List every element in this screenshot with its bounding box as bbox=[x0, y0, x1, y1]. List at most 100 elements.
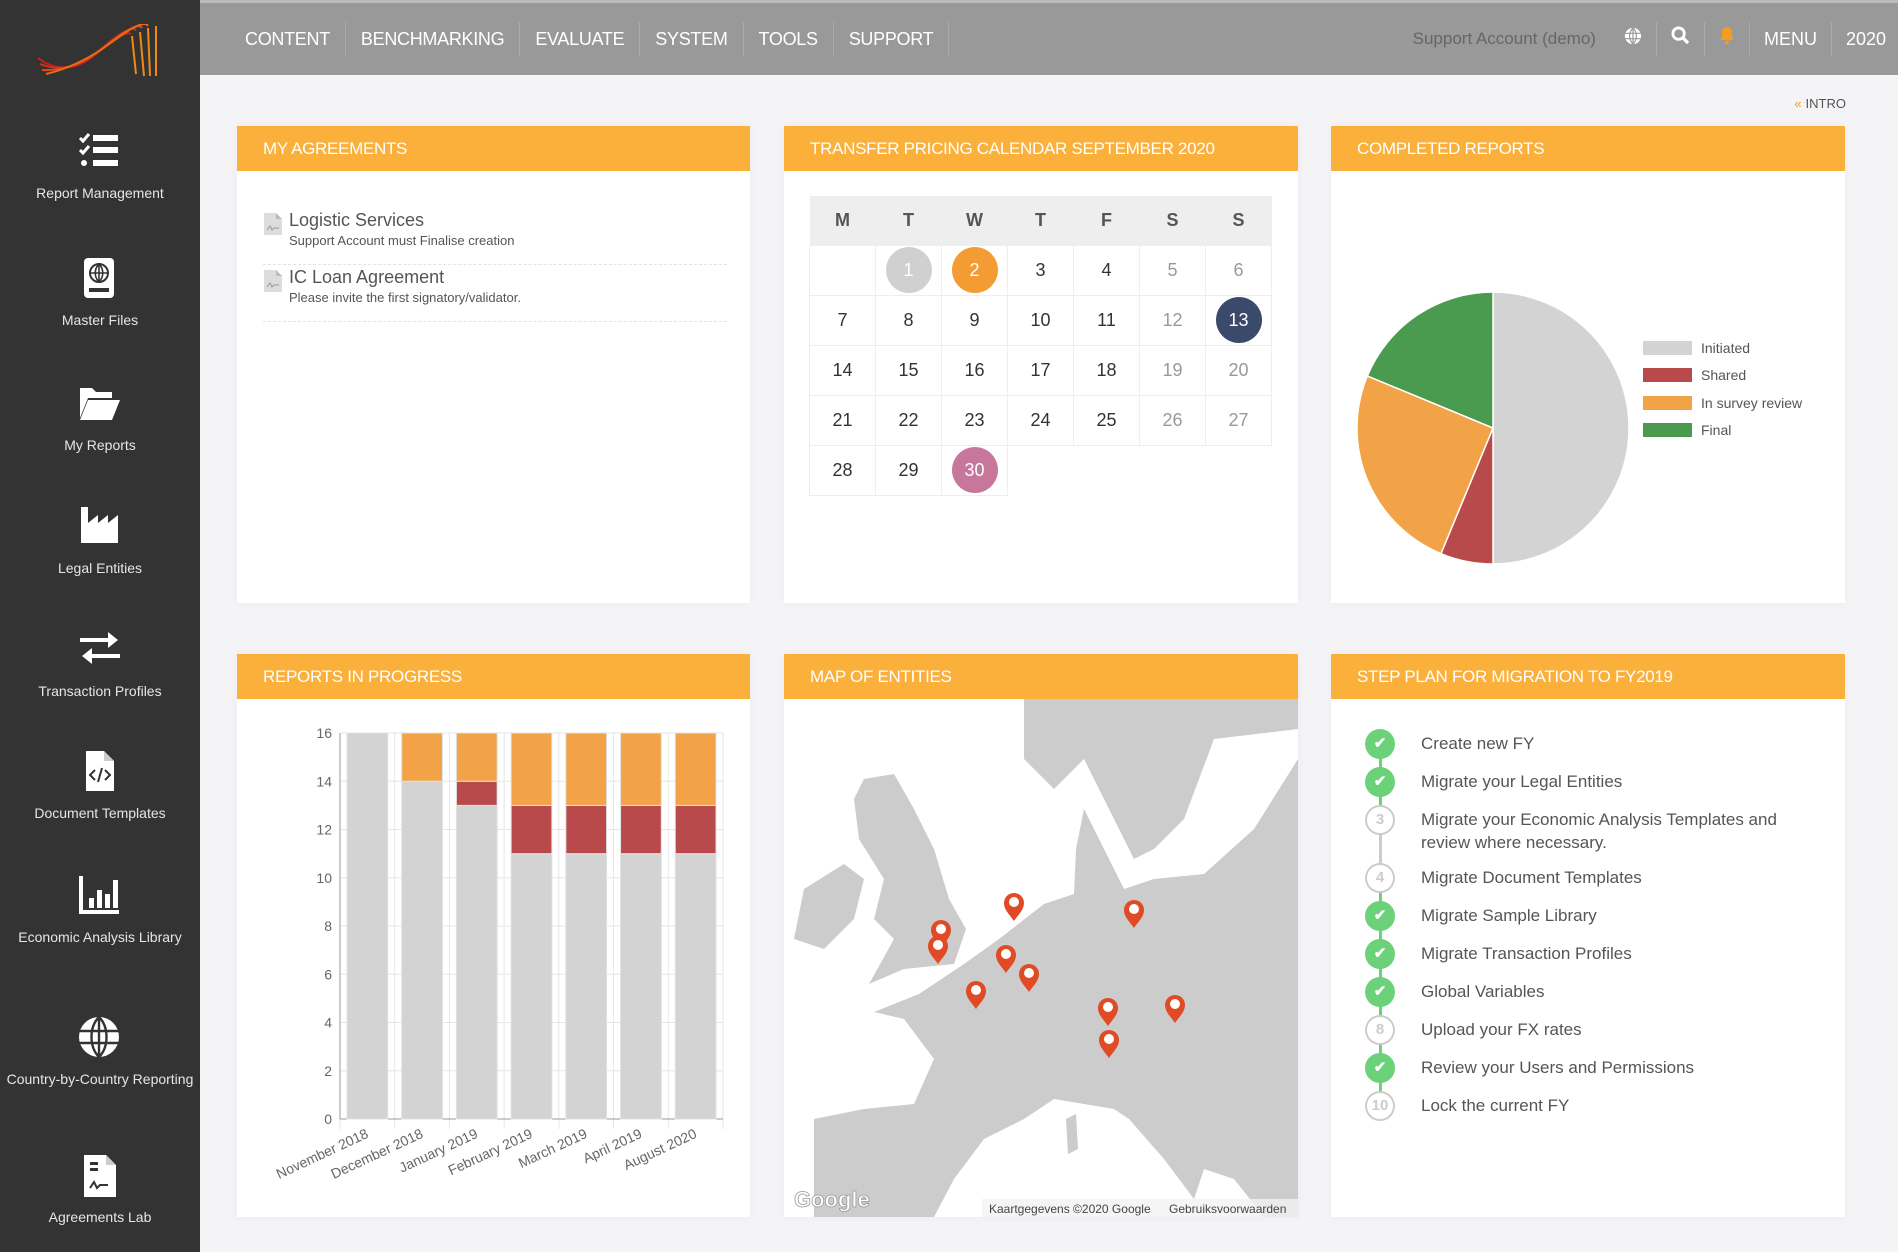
sidebar-item-document-templates[interactable]: Document Templates bbox=[0, 750, 200, 823]
bar-segment[interactable] bbox=[455, 780, 498, 806]
calendar-day[interactable]: 5 bbox=[1139, 244, 1206, 296]
bar-segment[interactable] bbox=[565, 853, 608, 1120]
bar-segment[interactable] bbox=[510, 732, 553, 806]
nav-benchmarking[interactable]: BENCHMARKING bbox=[346, 22, 521, 56]
nav-content[interactable]: CONTENT bbox=[230, 22, 346, 56]
step-item[interactable]: 3 Migrate your Economic Analysis Template… bbox=[1365, 805, 1785, 854]
nav-tools[interactable]: TOOLS bbox=[744, 22, 834, 56]
calendar-day[interactable]: 9 bbox=[941, 294, 1008, 346]
bar-segment[interactable] bbox=[346, 732, 389, 1120]
nav-system[interactable]: SYSTEM bbox=[640, 22, 744, 56]
agreement-title[interactable]: IC Loan Agreement bbox=[289, 265, 727, 288]
sidebar-item-country-by-country-reporting[interactable]: Country-by-Country Reporting bbox=[0, 1016, 200, 1089]
calendar-day[interactable]: 3 bbox=[1007, 244, 1074, 296]
notifications-button[interactable] bbox=[1705, 22, 1750, 56]
bar-segment[interactable] bbox=[455, 732, 498, 782]
sidebar-item-report-management[interactable]: Report Management bbox=[0, 130, 200, 203]
calendar-day[interactable]: 18 bbox=[1073, 344, 1140, 396]
bar-segment[interactable] bbox=[401, 732, 443, 782]
agreement-title[interactable]: Logistic Services bbox=[289, 208, 727, 231]
step-item[interactable]: ✔ Review your Users and Permissions bbox=[1365, 1053, 1785, 1083]
step-item[interactable]: 4 Migrate Document Templates bbox=[1365, 863, 1785, 893]
calendar-day[interactable]: 20 bbox=[1205, 344, 1272, 396]
calendar-day[interactable]: 22 bbox=[875, 394, 942, 446]
bar-segment[interactable] bbox=[674, 804, 717, 855]
legend-item[interactable]: Final bbox=[1643, 417, 1802, 445]
legend-swatch bbox=[1643, 423, 1692, 438]
sidebar-item-my-reports[interactable]: My Reports bbox=[0, 382, 200, 455]
account-name[interactable]: Support Account (demo) bbox=[1399, 22, 1610, 56]
calendar-day[interactable]: 23 bbox=[941, 394, 1008, 446]
calendar-day[interactable]: 28 bbox=[809, 444, 876, 496]
calendar-day[interactable]: 25 bbox=[1073, 394, 1140, 446]
check-circle-icon: ✔ bbox=[1365, 939, 1395, 969]
calendar-day[interactable]: 27 bbox=[1205, 394, 1272, 446]
step-item[interactable]: ✔ Migrate Transaction Profiles bbox=[1365, 939, 1785, 969]
calendar-day[interactable]: 1 bbox=[875, 244, 942, 296]
bar-segment[interactable] bbox=[674, 732, 717, 806]
search-button[interactable] bbox=[1657, 22, 1705, 56]
calendar-day[interactable]: 16 bbox=[941, 344, 1008, 396]
step-item[interactable]: 8 Upload your FX rates bbox=[1365, 1015, 1785, 1045]
nav-support[interactable]: SUPPORT bbox=[834, 22, 950, 56]
language-button[interactable] bbox=[1610, 22, 1657, 56]
calendar-day[interactable]: 11 bbox=[1073, 294, 1140, 346]
sidebar-item-legal-entities[interactable]: Legal Entities bbox=[0, 505, 200, 578]
bar-segment[interactable] bbox=[620, 732, 662, 806]
sidebar-item-master-files[interactable]: Master Files bbox=[0, 257, 200, 330]
sidebar-item-transaction-profiles[interactable]: Transaction Profiles bbox=[0, 628, 200, 701]
y-tick-label: 16 bbox=[316, 725, 332, 741]
step-item[interactable]: ✔ Migrate your Legal Entities bbox=[1365, 767, 1785, 797]
nav-evaluate[interactable]: EVALUATE bbox=[520, 22, 641, 56]
calendar-day[interactable]: 15 bbox=[875, 344, 942, 396]
step-item[interactable]: ✔ Migrate Sample Library bbox=[1365, 901, 1785, 931]
step-item[interactable]: ✔ Create new FY bbox=[1365, 729, 1785, 759]
legend-item[interactable]: Shared bbox=[1643, 362, 1802, 390]
agreement-item[interactable]: IC Loan Agreement Please invite the first… bbox=[263, 265, 727, 322]
menu-button[interactable]: MENU bbox=[1750, 22, 1832, 56]
check-circle-icon: ✔ bbox=[1365, 729, 1395, 759]
step-plan-panel: STEP PLAN FOR MIGRATION TO FY2019 ✔ Creat… bbox=[1331, 654, 1845, 1217]
year-selector[interactable]: 2020 bbox=[1832, 22, 1898, 56]
map-terms-link[interactable]: Gebruiksvoorwaarden bbox=[1169, 1202, 1286, 1216]
map[interactable]: Google Kaartgegevens ©2020 Google Gebrui… bbox=[784, 699, 1298, 1217]
checklist-icon bbox=[78, 133, 118, 166]
sidebar-item-label: Transaction Profiles bbox=[38, 683, 162, 699]
bar-segment[interactable] bbox=[510, 853, 553, 1120]
calendar-day[interactable]: 24 bbox=[1007, 394, 1074, 446]
bar-segment[interactable] bbox=[455, 804, 498, 1120]
bar-segment[interactable] bbox=[401, 780, 443, 1120]
bar-segment[interactable] bbox=[620, 853, 662, 1120]
sidebar-item-economic-analysis-library[interactable]: Economic Analysis Library bbox=[0, 874, 200, 947]
calendar-day[interactable]: 26 bbox=[1139, 394, 1206, 446]
calendar-day[interactable]: 8 bbox=[875, 294, 942, 346]
calendar-day[interactable]: 10 bbox=[1007, 294, 1074, 346]
calendar-day[interactable]: 13 bbox=[1205, 294, 1272, 346]
calendar-day[interactable]: 19 bbox=[1139, 344, 1206, 396]
bar-segment[interactable] bbox=[620, 804, 662, 855]
bar-segment[interactable] bbox=[674, 853, 717, 1120]
calendar-day[interactable]: 29 bbox=[875, 444, 942, 496]
calendar-day[interactable]: 14 bbox=[809, 344, 876, 396]
calendar-day[interactable]: 21 bbox=[809, 394, 876, 446]
calendar-day[interactable]: 2 bbox=[941, 244, 1008, 296]
sidebar-item-agreements-lab[interactable]: Agreements Lab bbox=[0, 1154, 200, 1227]
calendar-day[interactable]: 6 bbox=[1205, 244, 1272, 296]
legend-item[interactable]: Initiated bbox=[1643, 334, 1802, 362]
calendar-day[interactable]: 30 bbox=[941, 444, 1008, 496]
calendar-day[interactable]: 12 bbox=[1139, 294, 1206, 346]
calendar-day[interactable]: 17 bbox=[1007, 344, 1074, 396]
step-item[interactable]: ✔ Global Variables bbox=[1365, 977, 1785, 1007]
calendar-day[interactable]: 7 bbox=[809, 294, 876, 346]
legend-item[interactable]: In survey review bbox=[1643, 389, 1802, 417]
intro-link[interactable]: «INTRO bbox=[1794, 96, 1846, 111]
step-item[interactable]: 10 Lock the current FY bbox=[1365, 1091, 1785, 1121]
logo[interactable] bbox=[36, 24, 166, 80]
bar-segment[interactable] bbox=[565, 732, 608, 806]
bar-segment[interactable] bbox=[510, 804, 553, 855]
bar-segment[interactable] bbox=[565, 804, 608, 855]
pie-slice-initiated[interactable] bbox=[1492, 291, 1630, 565]
agreement-item[interactable]: Logistic Services Support Account must Fi… bbox=[263, 208, 727, 265]
calendar-day[interactable]: 4 bbox=[1073, 244, 1140, 296]
legend-swatch bbox=[1643, 368, 1692, 383]
